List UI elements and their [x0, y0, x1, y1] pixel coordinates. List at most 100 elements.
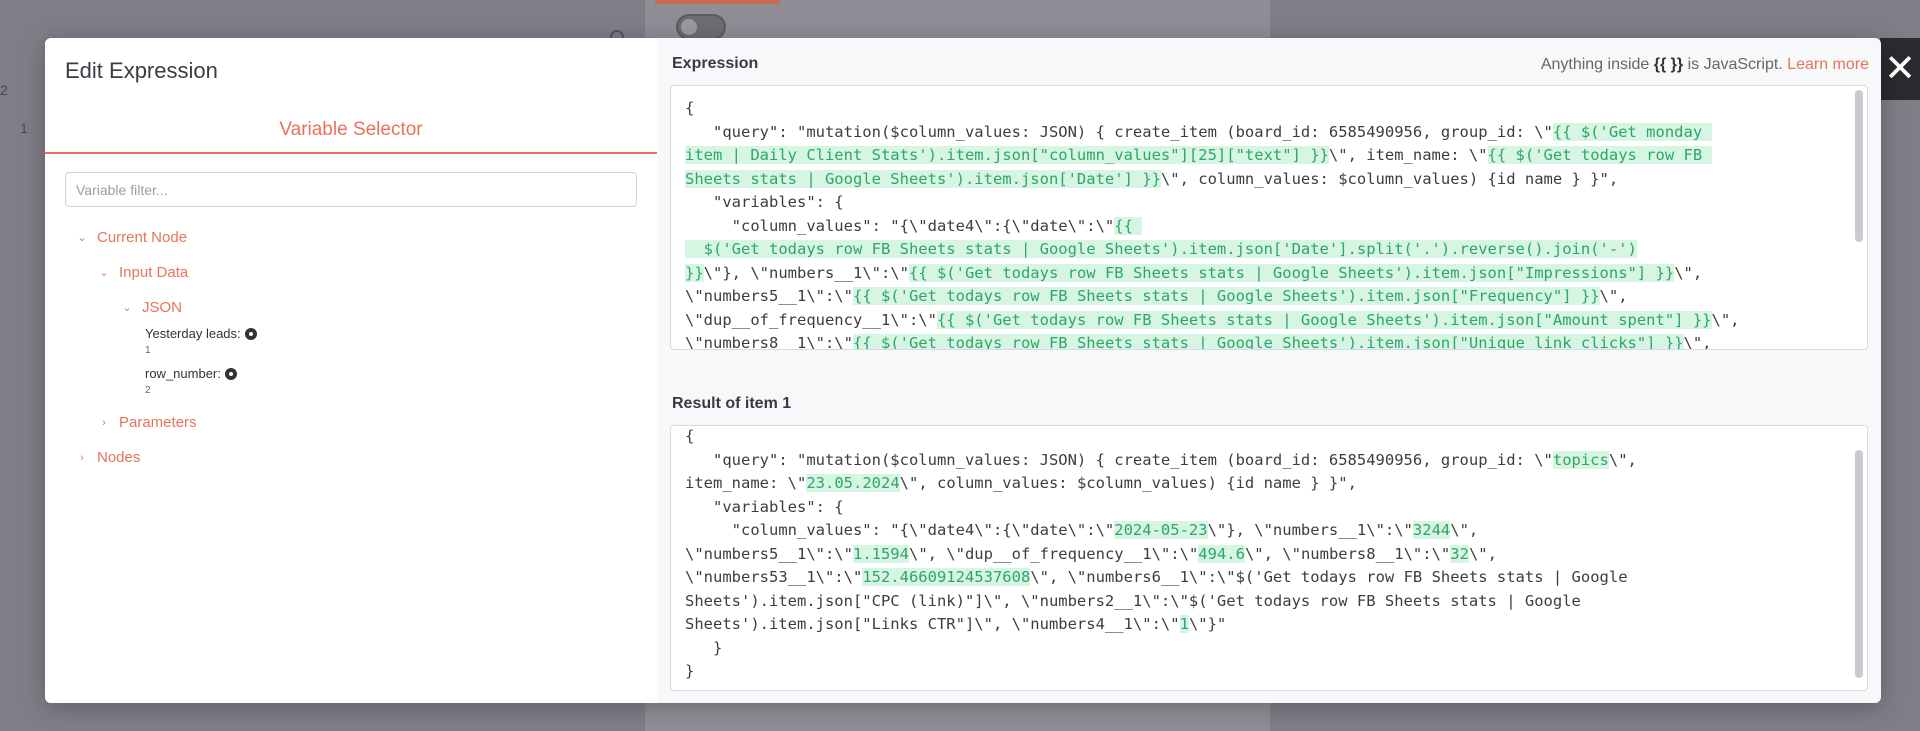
expression-panel: Expression Anything inside {{ }} is Java… — [657, 38, 1881, 703]
tree-item-parameters[interactable]: › Parameters — [97, 414, 197, 431]
chevron-down-icon: ⌄ — [77, 232, 87, 244]
code-text-segment: \", — [1450, 521, 1479, 539]
code-line: "column_values": "{\"date4\":{\"date\":\… — [685, 215, 1867, 239]
code-line: $('Get todays row FB Sheets stats | Goog… — [685, 238, 1867, 262]
code-expression-segment: 32 — [1450, 544, 1469, 563]
code-text-segment: "query": "mutation($column_values: JSON)… — [685, 122, 1553, 141]
tree-item-input-data[interactable]: ⌄ Input Data — [97, 264, 188, 281]
learn-more-link[interactable]: Learn more — [1787, 56, 1869, 73]
code-expression-segment: 152.46609124537608 — [862, 568, 1031, 586]
code-line: item | Daily Client Stats').item.json["c… — [685, 144, 1867, 168]
code-expression-segment: {{ $('Get todays row FB Sheets stats | G… — [852, 287, 1600, 305]
expression-code[interactable]: { "query": "mutation($column_values: JSO… — [671, 86, 1867, 350]
code-text-segment: \", — [1683, 334, 1712, 350]
result-scrollbar[interactable] — [1855, 450, 1863, 678]
field-label: Yesterday leads: — [145, 326, 241, 341]
code-text-segment: \", \"numbers6__1\":\"$('Get todays row … — [1030, 568, 1628, 586]
hint-text: Anything inside — [1540, 56, 1654, 73]
modal-title: Edit Expression — [65, 58, 218, 83]
chevron-right-icon: › — [102, 416, 106, 429]
code-text-segment: } — [685, 662, 695, 680]
code-text-segment: } — [685, 638, 723, 657]
code-text-segment: \", — [1674, 263, 1703, 282]
code-text-segment: \"numbers8__1\":\" — [685, 334, 853, 350]
code-text-segment: \"dup__of_frequency__1\":\" — [685, 310, 937, 329]
code-line: }}\"}, \"numbers__1\":\"{{ $('Get todays… — [685, 262, 1867, 286]
background-number: 1 — [20, 120, 28, 136]
code-text-segment: Sheets').item.json["Links CTR"]\", \"num… — [685, 615, 1180, 633]
tree-item-current-node[interactable]: ⌄ Current Node — [75, 229, 187, 246]
code-line: \"numbers5__1\":\"1.1594\", \"dup__of_fr… — [685, 543, 1867, 567]
code-expression-segment: item | Daily Client Stats').item.json["c… — [685, 146, 1329, 164]
field-add-icon[interactable] — [244, 327, 257, 340]
code-text-segment: "column_values": "{\"date4\":{\"date\":\… — [685, 521, 1115, 539]
code-text-segment: "variables": { — [685, 497, 844, 516]
result-viewer[interactable]: { "query": "mutation($column_values: JSO… — [670, 425, 1868, 691]
code-text-segment: \"}, \"numbers__1\":\" — [1207, 521, 1413, 539]
result-label: Result of item 1 — [672, 395, 792, 412]
code-text-segment: \", — [1468, 544, 1497, 563]
json-field-row-number[interactable]: row_number: — [145, 366, 237, 381]
hint-braces: {{ }} — [1653, 56, 1684, 73]
code-text-segment: \"numbers5__1\":\" — [685, 287, 853, 305]
field-label: row_number: — [145, 366, 221, 381]
code-line: \"dup__of_frequency__1\":\"{{ $('Get tod… — [685, 309, 1867, 333]
tab-variable-selector[interactable]: Variable Selector — [45, 118, 657, 154]
code-line: \"numbers5__1\":\"{{ $('Get todays row F… — [685, 285, 1867, 309]
code-expression-segment: topics — [1552, 450, 1609, 469]
code-text-segment: "query": "mutation($column_values: JSON)… — [685, 450, 1553, 469]
code-text-segment: \", — [1599, 287, 1628, 305]
variable-filter-input[interactable] — [65, 172, 637, 207]
code-line: "query": "mutation($column_values: JSON)… — [685, 121, 1867, 145]
field-add-icon[interactable] — [224, 367, 237, 380]
field-value: 1 — [145, 345, 151, 356]
code-expression-segment: 23.05.2024 — [806, 474, 900, 492]
tree-item-label: Input Data — [119, 264, 189, 281]
code-expression-segment: 1.1594 — [852, 544, 909, 563]
code-text-segment: \"}, \"numbers__1\":\" — [703, 263, 909, 282]
javascript-hint: Anything inside {{ }} is JavaScript. Lea… — [1541, 56, 1869, 74]
json-field-yesterday-leads[interactable]: Yesterday leads: — [145, 326, 257, 341]
code-text-segment: "variables": { — [685, 193, 844, 211]
code-expression-segment: }} — [685, 263, 704, 282]
code-text-segment: \"}" — [1188, 615, 1227, 633]
tree-item-label: Current Node — [97, 229, 188, 246]
code-expression-segment: {{ $('Get todays row FB Sheets stats | G… — [908, 263, 1675, 282]
edit-expression-modal: Edit Expression Variable Selector ⌄ Curr… — [45, 38, 1881, 703]
code-text-segment: \", \"dup__of_frequency__1\":\" — [908, 544, 1199, 563]
code-text-segment: \", — [1608, 450, 1637, 469]
code-line: \"numbers8__1\":\"{{ $('Get todays row F… — [685, 332, 1867, 350]
chevron-down-icon: ⌄ — [99, 267, 109, 279]
code-line: "variables": { — [685, 496, 1867, 520]
expression-scrollbar[interactable] — [1855, 90, 1863, 242]
code-expression-segment: {{ — [1114, 216, 1143, 235]
code-expression-segment: 1 — [1179, 615, 1189, 633]
code-line: { — [685, 97, 1867, 121]
code-expression-segment: {{ $('Get monday — [1552, 122, 1712, 141]
code-line: \"numbers53__1\":\"152.46609124537608\",… — [685, 566, 1867, 590]
code-text-segment: Sheets').item.json["CPC (link)"]\", \"nu… — [685, 591, 1581, 610]
hint-text: is JavaScript. — [1683, 56, 1788, 73]
code-text-segment: \", item_name: \" — [1328, 146, 1488, 164]
code-line: Sheets stats | Google Sheets').item.json… — [685, 168, 1867, 192]
chevron-down-icon: ⌄ — [122, 302, 132, 314]
tree-item-label: Parameters — [119, 414, 197, 431]
tree-item-label: JSON — [142, 299, 183, 316]
background-tab-indicator — [655, 0, 780, 4]
tree-item-nodes[interactable]: › Nodes — [75, 449, 140, 466]
code-text-segment: { — [685, 427, 695, 445]
code-line: Sheets').item.json["CPC (link)"]\", \"nu… — [685, 590, 1867, 614]
code-line: "query": "mutation($column_values: JSON)… — [685, 449, 1867, 473]
expression-editor[interactable]: { "query": "mutation($column_values: JSO… — [670, 85, 1868, 350]
code-text-segment: "column_values": "{\"date4\":{\"date\":\… — [685, 216, 1115, 235]
chevron-right-icon: › — [80, 451, 84, 464]
code-line: { — [685, 426, 1867, 449]
tree-item-json[interactable]: ⌄ JSON — [120, 299, 182, 316]
code-expression-segment: {{ $('Get todays row FB — [1487, 146, 1712, 164]
variable-selector-panel: Edit Expression Variable Selector ⌄ Curr… — [45, 38, 657, 703]
code-expression-segment: 2024-05-23 — [1114, 521, 1208, 539]
code-line: "variables": { — [685, 191, 1867, 215]
close-icon[interactable]: ✕ — [1880, 38, 1920, 100]
code-expression-segment: {{ $('Get todays row FB Sheets stats | G… — [852, 334, 1684, 350]
background-number: 2 — [0, 82, 8, 98]
